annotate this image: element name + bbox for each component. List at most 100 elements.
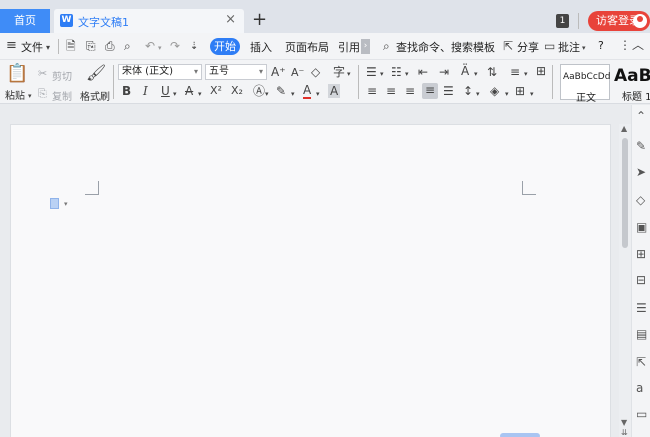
format-painter-icon[interactable]: 🖌 [86,64,106,82]
menu-references[interactable]: 引用 [338,39,360,55]
chevron-down-icon[interactable]: ▾ [474,67,478,81]
paragraph-spacing-icon[interactable]: ↕ [463,84,473,98]
text-direction-icon[interactable]: Ä [461,64,469,78]
print-preview-icon[interactable]: ⌕ [124,39,131,53]
font-name-select[interactable]: 宋体 (正文) ▾ [118,64,202,80]
numbered-list-icon[interactable]: ☷ [391,65,402,79]
bullet-list-icon[interactable]: ☰ [366,65,377,79]
paste-icon[interactable]: 📋 [6,64,28,84]
align-center-icon[interactable]: ≡ [386,84,396,98]
chevron-down-icon[interactable]: ▾ [405,67,409,81]
chevron-down-icon[interactable]: ▾ [291,87,295,101]
decrease-indent-icon[interactable]: ⇤ [418,65,428,79]
menu-home-active[interactable]: 开始 [210,38,240,55]
table-icon[interactable]: ⊞ [636,247,646,261]
chevron-down-icon[interactable]: ▾ [582,41,586,55]
customize-toolbar-icon[interactable]: ⇣ [190,40,198,54]
document-page[interactable] [10,124,611,437]
select-pointer-icon[interactable]: ➤ [636,165,646,179]
format-painter-button[interactable]: 格式刷 [80,88,110,103]
save-icon[interactable]: 🗎 [66,39,76,53]
chevron-down-icon[interactable]: ▾ [524,67,528,81]
undo-icon[interactable]: ↶ [145,39,155,53]
italic-button[interactable]: I [143,84,148,98]
redo-icon[interactable]: ↷ [170,39,180,53]
superscript-button[interactable]: X² [210,84,222,98]
align-left-icon[interactable]: ≡ [367,84,377,98]
pen-tool-icon[interactable]: ✎ [636,139,646,153]
close-tab-icon[interactable]: × [225,12,236,27]
tab-document[interactable]: W 文字文稿1 × [54,9,244,33]
share-button[interactable]: 分享 [517,39,539,55]
font-size-select[interactable]: 五号 ▾ [205,64,267,80]
chevron-down-icon[interactable]: ▾ [380,67,384,81]
collapse-panel-icon[interactable]: ⌃ [636,109,646,123]
show-marks-icon[interactable]: ⊞ [536,64,546,78]
justify-icon[interactable]: ≡ [422,83,438,99]
copy-button[interactable]: 复制 [52,88,72,103]
text-effect-icon[interactable]: Ⓐ [253,84,265,98]
borders-icon[interactable]: ⊞ [515,84,525,98]
share-icon[interactable]: ⇱ [503,39,513,53]
collapse-ribbon-icon[interactable]: ︿ [632,38,644,52]
more-tabs-button[interactable]: › [361,39,370,54]
hamburger-icon[interactable]: ≡ [6,39,17,53]
translate-icon[interactable]: a [636,381,643,395]
share-out-icon[interactable]: ⇱ [636,355,646,369]
help-button[interactable]: ? [598,39,604,52]
paste-button[interactable]: 粘贴 [5,87,25,102]
chevron-down-icon[interactable]: ▾ [505,87,509,101]
distribute-icon[interactable]: ☰ [443,84,454,98]
scroll-thumb[interactable] [622,138,628,248]
clear-format-icon[interactable]: ◇ [311,65,320,79]
chevron-down-icon[interactable]: ▾ [476,87,480,101]
scissors-icon[interactable]: ✂ [38,67,47,81]
shapes-icon[interactable]: ◇ [636,193,645,207]
chevron-down-icon[interactable]: ▾ [64,200,68,208]
line-spacing-icon[interactable]: ≡ [510,65,520,79]
chevron-down-icon[interactable]: ▾ [28,89,32,103]
style-normal[interactable]: AaBbCcDd 正文 [560,64,610,104]
menu-file[interactable]: 文件 [21,39,43,55]
paragraph-handle-icon[interactable] [50,198,59,209]
font-color-icon[interactable]: A [303,83,312,99]
menu-insert[interactable]: 插入 [250,39,272,55]
scroll-up-icon[interactable]: ▲ [621,124,627,133]
menu-page-layout[interactable]: 页面布局 [285,39,329,55]
subscript-button[interactable]: X₂ [231,84,243,98]
chevron-down-icon[interactable]: ▾ [316,87,320,101]
increase-indent-icon[interactable]: ⇥ [439,65,449,79]
chevron-down-icon[interactable]: ▾ [347,67,351,81]
document-icon[interactable]: ▤ [636,327,647,341]
comment-button[interactable]: 批注 [558,39,580,55]
chevron-down-icon[interactable]: ▾ [198,87,202,101]
export-pdf-icon[interactable]: ⎘ [86,39,96,53]
next-page-icon[interactable]: ⇊ [621,428,628,437]
chevron-down-icon[interactable]: ▾ [173,87,177,101]
chevron-down-icon[interactable]: ▾ [265,87,269,101]
chevron-down-icon[interactable]: ▾ [530,87,534,101]
grow-font-icon[interactable]: A⁺ [271,65,286,79]
settings-sliders-icon[interactable]: ☰ [636,301,647,315]
tab-home[interactable]: 首页 [0,9,50,33]
copy-icon[interactable]: ⎘ [38,87,47,101]
image-icon[interactable]: ▣ [636,220,647,234]
align-right-icon[interactable]: ≡ [405,84,415,98]
shading-icon[interactable]: ◈ [490,84,499,98]
shrink-font-icon[interactable]: A⁻ [291,66,304,80]
chevron-down-icon[interactable]: ▾ [158,41,162,55]
print-icon[interactable]: ⎙ [105,39,115,53]
sort-icon[interactable]: ⇅ [487,65,497,79]
apps-grid-icon[interactable]: ⊟ [636,273,646,287]
cut-button[interactable]: 剪切 [52,68,72,83]
phonetic-guide-icon[interactable]: 字 [333,65,345,79]
scroll-down-icon[interactable]: ▼ [621,418,627,427]
new-tab-button[interactable]: + [252,9,267,31]
comment-icon[interactable]: ▭ [544,39,555,53]
strikethrough-button[interactable]: A [185,84,193,98]
command-search[interactable]: 查找命令、搜索模板 [396,39,495,55]
chevron-down-icon[interactable]: ▾ [46,41,50,55]
guest-login-button[interactable]: 访客登录 [588,11,650,31]
archive-icon[interactable]: ▭ [636,407,647,421]
bold-button[interactable]: B [122,84,131,98]
